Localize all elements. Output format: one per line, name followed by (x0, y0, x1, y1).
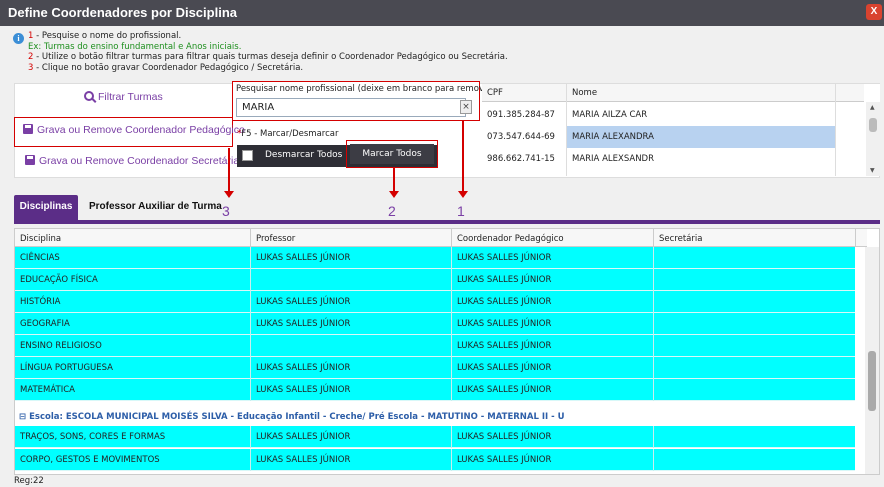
select-all-checkbox[interactable] (242, 150, 253, 161)
professional-row-selected[interactable]: 073.547.644-69 MARIA ALEXANDRA (482, 126, 864, 148)
instruction-1-example: Ex: Turmas do ensino fundamental e Anos … (28, 41, 242, 52)
search-icon (84, 91, 94, 101)
filter-turmas-button[interactable]: Filtrar Turmas (84, 91, 163, 103)
tab-disciplinas[interactable]: Disciplinas (14, 195, 78, 220)
table-row[interactable]: MATEMÁTICA LUKAS SALLES JÚNIOR LUKAS SAL… (15, 379, 855, 401)
annotation-1: 1 (457, 203, 465, 219)
table-row[interactable]: CIÊNCIAS LUKAS SALLES JÚNIOR LUKAS SALLE… (15, 247, 855, 269)
search-input[interactable] (236, 98, 466, 117)
column-header-cpf: CPF (487, 88, 503, 98)
column-header-professor: Professor (256, 234, 296, 244)
tab-professor-auxiliar[interactable]: Professor Auxiliar de Turma (89, 195, 222, 220)
instruction-1: 1 - Pesquise o nome do profissional. (28, 31, 182, 41)
close-button[interactable]: X (866, 4, 882, 20)
instruction-3: 3 - Clique no botão gravar Coordenador P… (28, 62, 304, 73)
annotation-arrow-3 (224, 148, 234, 198)
marcar-todos-button[interactable]: Marcar Todos (350, 144, 434, 164)
disciplinas-grid: Disciplina Professor Coordenador Pedagóg… (14, 228, 880, 475)
professionals-header: CPF Nome (482, 84, 864, 102)
annotation-3: 3 (222, 203, 230, 219)
marcar-todos-highlight: Marcar Todos (346, 140, 438, 168)
desmarcar-todos-button[interactable]: Desmarcar Todos (265, 150, 342, 160)
tab-strip (14, 220, 880, 224)
professional-row[interactable]: 986.662.741-15 MARIA ALEXSANDR (482, 148, 864, 170)
info-icon: i (13, 33, 24, 44)
search-box: Pesquisar nome profissional (deixe em br… (232, 81, 496, 121)
group-row[interactable]: ⊟ Escola: ESCOLA MUNICIPAL MOISÉS SILVA … (15, 408, 855, 426)
table-row[interactable]: CORPO, GESTOS E MOVIMENTOS LUKAS SALLES … (15, 449, 855, 471)
table-row[interactable]: EDUCAÇÃO FÍSICA LUKAS SALLES JÚNIOR (15, 269, 855, 291)
grid-header: Disciplina Professor Coordenador Pedagóg… (15, 229, 867, 247)
save-icon (25, 155, 35, 165)
scroll-up-icon[interactable]: ▲ (870, 104, 875, 111)
annotation-arrow-1 (458, 121, 468, 198)
clear-icon[interactable]: × (460, 100, 472, 114)
search-label: Pesquisar nome profissional (deixe em br… (236, 84, 496, 94)
column-header-coordenador: Coordenador Pedagógico (457, 234, 564, 244)
record-count: Reg:22 (14, 476, 44, 486)
professional-row[interactable]: 091.385.284-87 MARIA AILZA CAR (482, 104, 864, 126)
table-row[interactable]: TRAÇOS, SONS, CORES E FORMAS LUKAS SALLE… (15, 426, 855, 448)
table-row[interactable]: ENSINO RELIGIOSO LUKAS SALLES JÚNIOR (15, 335, 855, 357)
annotation-2: 2 (388, 203, 396, 219)
scroll-down-icon[interactable]: ▼ (870, 167, 875, 174)
group-label: ⊟ Escola: ESCOLA MUNICIPAL MOISÉS SILVA … (19, 412, 565, 422)
column-header-disciplina: Disciplina (20, 234, 62, 244)
grava-coordenador-secretaria-button[interactable]: Grava ou Remove Coordenador Secretária (25, 155, 239, 167)
instructions: i 1 - Pesquise o nome do profissional. E… (13, 31, 714, 73)
f5-hint: *F5 - Marcar/Desmarcar (237, 129, 339, 139)
column-header-secretaria: Secretária (659, 234, 703, 244)
column-header-nome: Nome (572, 88, 598, 98)
title-bar: Define Coordenadores por Disciplina X (0, 0, 884, 26)
table-row[interactable]: HISTÓRIA LUKAS SALLES JÚNIOR LUKAS SALLE… (15, 291, 855, 313)
grid-scrollbar[interactable] (865, 247, 879, 474)
save-icon (23, 124, 33, 134)
professionals-scrollbar[interactable]: ▲ ▼ (866, 102, 880, 176)
annotation-arrow-2 (389, 168, 399, 198)
instruction-2: 2 - Utilize o botão filtrar turmas para … (28, 52, 508, 62)
table-row[interactable]: GEOGRAFIA LUKAS SALLES JÚNIOR LUKAS SALL… (15, 313, 855, 335)
window-title: Define Coordenadores por Disciplina (8, 5, 237, 20)
professionals-grid: CPF Nome 091.385.284-87 MARIA AILZA CAR … (482, 84, 880, 176)
scroll-thumb[interactable] (868, 351, 876, 411)
grava-coordenador-pedagogico-button[interactable]: Grava ou Remove Coordenador Pedagógico (14, 117, 245, 147)
table-row[interactable]: LÍNGUA PORTUGUESA LUKAS SALLES JÚNIOR LU… (15, 357, 855, 379)
